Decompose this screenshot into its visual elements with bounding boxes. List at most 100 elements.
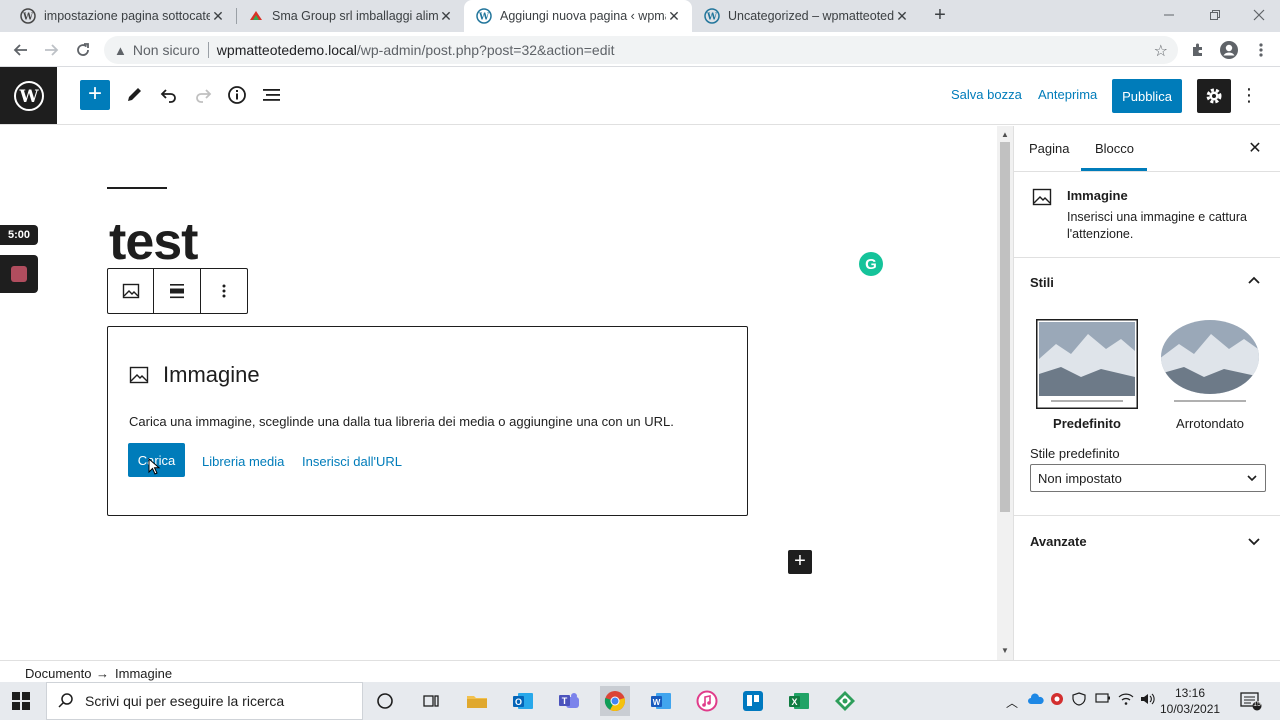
- word-icon[interactable]: W: [646, 686, 676, 716]
- default-style-select[interactable]: Non impostato: [1030, 464, 1266, 492]
- wifi-icon[interactable]: [1118, 692, 1134, 709]
- notifications-icon[interactable]: 15: [1240, 691, 1262, 711]
- style-option-rounded[interactable]: [1159, 319, 1261, 409]
- excel-icon[interactable]: X: [784, 686, 814, 716]
- close-window-icon[interactable]: [1236, 0, 1280, 30]
- gitkraken-icon[interactable]: [830, 686, 860, 716]
- task-view-icon[interactable]: [416, 686, 446, 716]
- minimize-icon[interactable]: [1146, 0, 1192, 30]
- browser-tab-strip: W impostazione pagina sottocateg ✕ Sma G…: [0, 0, 1280, 32]
- edit-tools-icon[interactable]: [121, 82, 147, 108]
- close-tab-icon[interactable]: ✕: [438, 8, 454, 24]
- post-title[interactable]: test: [109, 212, 198, 272]
- close-tab-icon[interactable]: ✕: [210, 8, 226, 24]
- warning-icon: ▲: [114, 42, 127, 58]
- address-separator: [207, 42, 209, 58]
- style-default-label: Predefinito: [1053, 416, 1121, 431]
- browser-tab-active[interactable]: W Aggiungi nuova pagina ‹ wpmatt ✕: [464, 0, 692, 32]
- media-library-button[interactable]: Libreria media: [202, 454, 284, 469]
- wordpress-logo-icon[interactable]: W: [0, 67, 57, 124]
- placeholder-instructions: Carica una immagine, sceglinde una dalla…: [129, 414, 674, 429]
- svg-text:W: W: [653, 698, 661, 707]
- breadcrumb-current[interactable]: Immagine: [115, 666, 172, 681]
- svg-text:O: O: [515, 697, 522, 707]
- grammarly-icon[interactable]: G: [859, 252, 883, 276]
- tab-title: Sma Group srl imballaggi alimen: [272, 9, 438, 23]
- editor-scrollbar[interactable]: ▲ ▼: [997, 126, 1013, 660]
- close-tab-icon[interactable]: ✕: [894, 8, 910, 24]
- browser-tab[interactable]: W impostazione pagina sottocateg ✕: [8, 0, 236, 32]
- onedrive-icon[interactable]: [1028, 693, 1044, 708]
- antivirus-icon[interactable]: [1050, 692, 1064, 709]
- address-bar[interactable]: ▲ Non sicuro wpmatteotedemo.local/wp-adm…: [104, 36, 1178, 64]
- style-preview-rounded: [1161, 320, 1259, 402]
- reload-icon[interactable]: [72, 39, 94, 61]
- image-icon: [1032, 188, 1052, 206]
- style-option-default[interactable]: [1036, 319, 1138, 409]
- advanced-panel-title[interactable]: Avanzate: [1030, 534, 1087, 549]
- stop-recording-button[interactable]: [0, 255, 38, 293]
- windows-start-icon[interactable]: [12, 692, 30, 710]
- tab-title: Uncategorized – wpmatteotedem: [728, 9, 894, 23]
- browser-tab[interactable]: Sma Group srl imballaggi alimen ✕: [236, 0, 464, 32]
- extensions-icon[interactable]: [1187, 39, 1209, 61]
- add-block-button[interactable]: +: [788, 550, 812, 574]
- new-tab-icon[interactable]: +: [928, 5, 952, 26]
- outlook-icon[interactable]: O: [508, 686, 538, 716]
- chevron-up-icon[interactable]: [1246, 273, 1262, 289]
- forward-icon[interactable]: [40, 39, 62, 61]
- styles-panel-title[interactable]: Stili: [1030, 275, 1054, 290]
- stop-icon: [11, 266, 27, 282]
- tab-block[interactable]: Blocco: [1095, 141, 1134, 156]
- taskbar-search[interactable]: Scrivi qui per eseguire la ricerca: [46, 682, 363, 720]
- block-toolbar: [107, 268, 248, 314]
- block-options-icon[interactable]: [201, 269, 247, 313]
- breadcrumb-arrow: →: [96, 666, 109, 681]
- chrome-icon[interactable]: [600, 686, 630, 716]
- block-inserter-button[interactable]: +: [80, 80, 110, 110]
- undo-icon[interactable]: [156, 82, 182, 108]
- restore-icon[interactable]: [1192, 0, 1238, 30]
- show-hidden-icons[interactable]: ︿: [1006, 694, 1018, 711]
- chevron-down-icon[interactable]: [1246, 533, 1262, 549]
- trello-icon[interactable]: [738, 686, 768, 716]
- insert-from-url-button[interactable]: Inserisci dall'URL: [302, 454, 402, 469]
- publish-button[interactable]: Pubblica: [1112, 79, 1182, 113]
- teams-icon[interactable]: T: [554, 686, 584, 716]
- more-options-icon[interactable]: ⋮: [1240, 85, 1258, 107]
- tab-page[interactable]: Pagina: [1029, 141, 1069, 156]
- file-explorer-icon[interactable]: [462, 686, 492, 716]
- url-path: /wp-admin/post.php?post=32&action=edit: [356, 42, 615, 58]
- wordpress-icon: W: [704, 8, 720, 24]
- cortana-icon[interactable]: [370, 686, 400, 716]
- bookmark-star-icon[interactable]: ☆: [1154, 41, 1168, 61]
- battery-icon[interactable]: [1095, 692, 1111, 707]
- preview-button[interactable]: Anteprima: [1038, 87, 1097, 102]
- save-draft-button[interactable]: Salva bozza: [951, 87, 1022, 102]
- block-breadcrumb: Documento → Immagine: [0, 660, 1280, 682]
- browser-tab[interactable]: W Uncategorized – wpmatteotedem ✕: [692, 0, 920, 32]
- scroll-down-icon[interactable]: ▼: [1001, 646, 1009, 655]
- block-type-image-icon[interactable]: [108, 269, 155, 313]
- browser-menu-icon[interactable]: [1250, 39, 1272, 61]
- volume-icon[interactable]: [1140, 692, 1156, 709]
- itunes-icon[interactable]: [692, 686, 722, 716]
- style-rounded-label: Arrotondato: [1176, 416, 1244, 431]
- list-view-icon[interactable]: [259, 82, 285, 108]
- align-icon[interactable]: [154, 269, 201, 313]
- profile-avatar-icon[interactable]: [1218, 39, 1240, 61]
- close-tab-icon[interactable]: ✕: [666, 8, 682, 24]
- svg-text:X: X: [791, 697, 797, 707]
- back-icon[interactable]: [10, 39, 32, 61]
- redo-icon[interactable]: [190, 82, 216, 108]
- close-sidebar-icon[interactable]: ✕: [1245, 138, 1265, 158]
- clock-time: 13:16: [1174, 686, 1206, 700]
- security-shield-icon[interactable]: [1072, 692, 1086, 709]
- breadcrumb-document[interactable]: Documento: [25, 666, 91, 681]
- info-icon[interactable]: [224, 82, 250, 108]
- security-label: Non sicuro: [132, 42, 200, 58]
- scrollbar-thumb[interactable]: [1000, 142, 1010, 512]
- settings-gear-icon[interactable]: [1197, 79, 1231, 113]
- scroll-up-icon[interactable]: ▲: [1001, 130, 1009, 139]
- system-clock[interactable]: 13:16 10/03/2021: [1160, 685, 1220, 717]
